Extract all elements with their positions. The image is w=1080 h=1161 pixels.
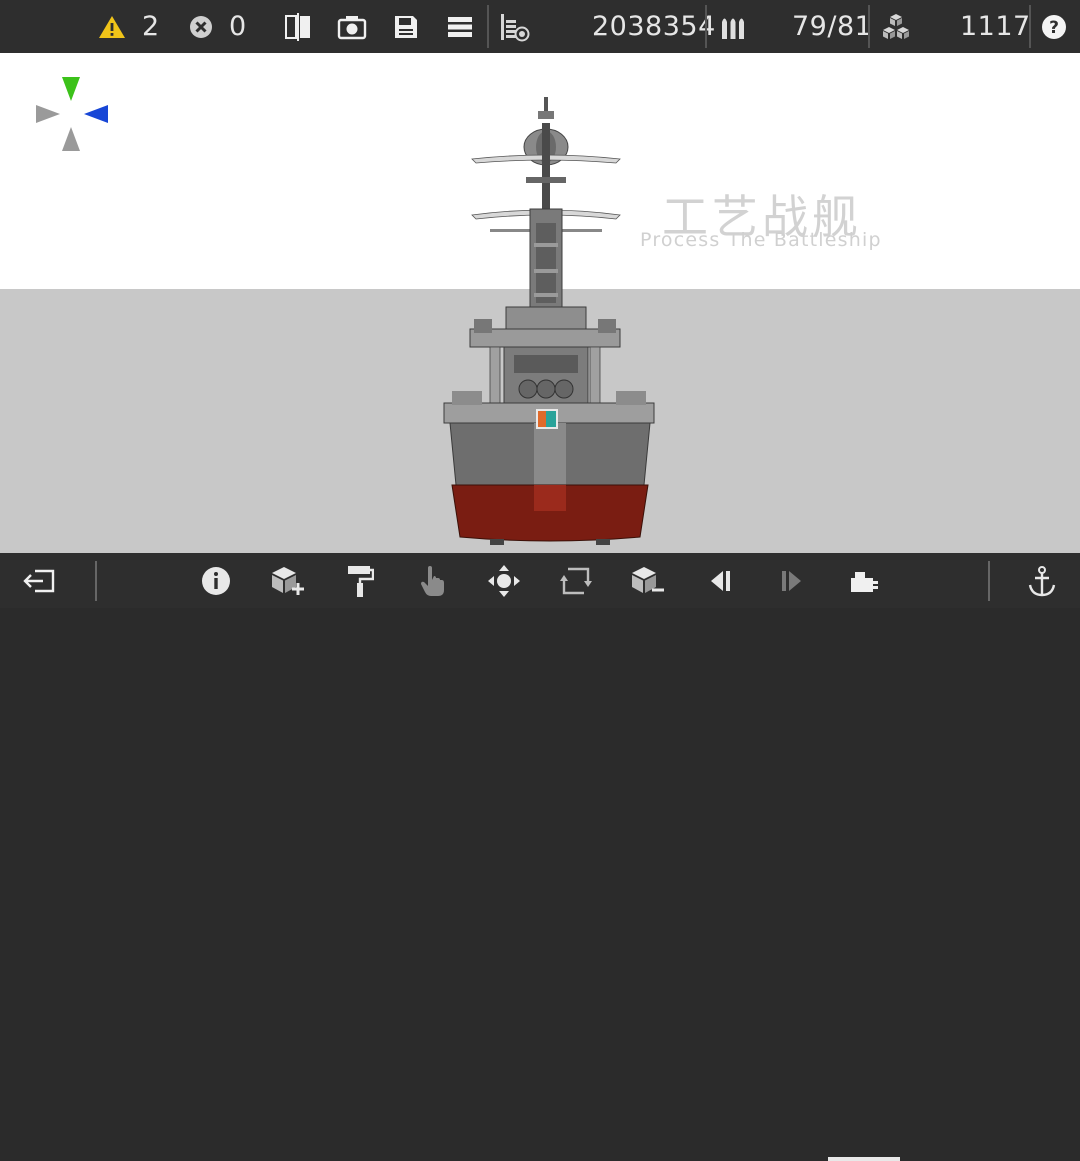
toolbar-divider: [988, 561, 990, 601]
anchor-icon[interactable]: [1012, 553, 1072, 608]
info-icon[interactable]: [186, 553, 246, 608]
warning-icon[interactable]: [97, 0, 127, 53]
battleship-model[interactable]: [430, 93, 670, 553]
next-icon[interactable]: [762, 553, 822, 608]
camera-icon[interactable]: [336, 0, 368, 53]
active-tool-indicator: [828, 1157, 900, 1161]
ship-viewport[interactable]: 工艺战舰 Process The Battleship: [0, 53, 1080, 553]
warning-count: 2: [142, 11, 160, 42]
paint-roller-icon[interactable]: [330, 553, 390, 608]
hand-icon[interactable]: [402, 553, 462, 608]
exit-icon[interactable]: [10, 553, 70, 608]
prev-icon[interactable]: [690, 553, 750, 608]
parts-value: 1117: [960, 11, 1031, 42]
save-icon[interactable]: [390, 0, 422, 53]
top-toolbar: 2 0 2038354 79/81 1117 ?: [0, 0, 1080, 53]
error-count: 0: [229, 11, 247, 42]
orientation-gizmo[interactable]: [34, 77, 110, 153]
toolbar-divider: [868, 5, 870, 48]
cost-value: 2038354: [592, 11, 716, 42]
ammo-icon: [718, 0, 750, 53]
error-icon[interactable]: [186, 0, 216, 53]
toolbar-divider: [487, 5, 489, 48]
bottom-toolbar: [0, 553, 1080, 1161]
toolbar-divider: [705, 5, 707, 48]
move-icon[interactable]: [474, 553, 534, 608]
mirror-icon[interactable]: [282, 0, 314, 53]
turret-icon[interactable]: [834, 553, 894, 608]
toolbar-divider: [1029, 5, 1031, 48]
rotate-icon[interactable]: [546, 553, 606, 608]
help-icon[interactable]: ?: [1040, 0, 1068, 53]
watermark-title-en: Process The Battleship: [640, 229, 882, 251]
toolbar-divider: [95, 561, 97, 601]
svg-text:?: ?: [1049, 18, 1059, 38]
add-part-icon[interactable]: [258, 553, 318, 608]
remove-part-icon[interactable]: [618, 553, 678, 608]
menu-icon[interactable]: [444, 0, 476, 53]
parts-icon: [878, 0, 914, 53]
cost-icon: [498, 0, 532, 53]
ammo-value: 79/81: [792, 11, 873, 42]
